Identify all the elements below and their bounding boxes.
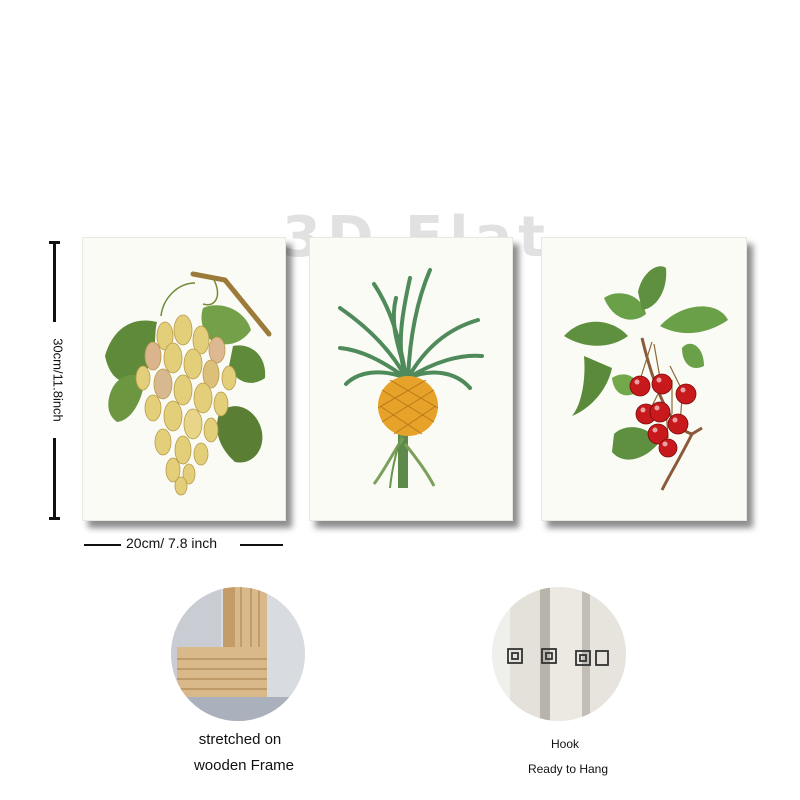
hook-caption-line2: Ready to Hang [527,762,609,776]
grapes-illustration [105,271,272,496]
frame-caption-line2: wooden Frame [193,757,295,774]
height-marker-bottom-cap [49,517,60,520]
width-label: 20cm/ 7.8 inch [126,535,218,551]
wooden-frame-detail [171,587,305,721]
hook-photo [492,587,626,721]
height-marker-line-bottom [53,438,56,518]
cherries-illustration [564,266,728,491]
frame-caption-line1: stretched on [198,731,282,748]
width-marker-line-left [84,544,121,546]
hook-caption-line1: Hook [550,737,579,751]
height-marker-line-top [53,242,56,322]
print-grapes [82,237,286,521]
pineapple-illustration [338,268,484,489]
print-pineapple [309,237,513,521]
print-cherries [541,237,747,521]
width-marker-line-right [240,544,283,546]
height-label: 30cm/11.8inch [50,338,66,422]
wooden-frame-photo [171,587,305,721]
hook-detail [492,587,626,721]
